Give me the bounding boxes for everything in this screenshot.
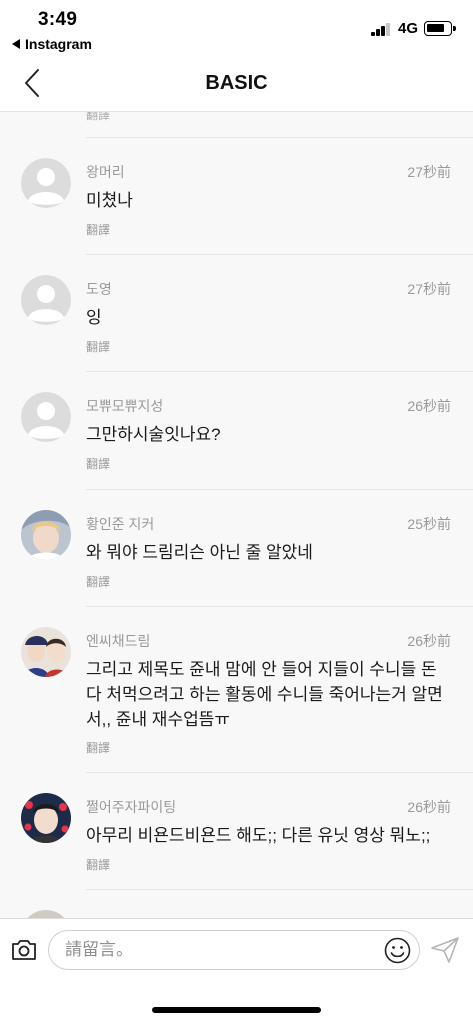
comment-item: 황인준 지커 25秒前 와 뭐야 드림리슨 아닌 줄 알았네 翻譯 <box>0 490 473 607</box>
back-triangle-icon <box>12 39 20 49</box>
cellular-signal-icon <box>371 23 391 36</box>
commenter-name[interactable]: 왕머리 <box>86 162 125 182</box>
status-bar: 3:49 Instagram 4G <box>0 0 473 56</box>
commenter-name[interactable]: 모쀼모쀼지성 <box>86 396 163 416</box>
comment-item: 모쀼모쀼지성 26秒前 그만하시술잇나요? 翻譯 <box>0 372 473 490</box>
commenter-name[interactable]: 도영 <box>86 279 112 299</box>
camera-button[interactable] <box>11 938 37 962</box>
photo-avatar[interactable] <box>21 627 71 677</box>
back-app-label: Instagram <box>25 36 92 52</box>
comment-time: 27秒前 <box>407 281 451 297</box>
emoji-icon <box>384 937 411 964</box>
comment-item: 쩔어주자파이팅 26秒前 아무리 비욘드비욘드 해도;; 다른 유닛 영상 뭐노… <box>0 773 473 890</box>
status-time: 3:49 <box>38 9 78 30</box>
comment-text: 잉 <box>86 308 102 327</box>
back-to-app-link[interactable]: Instagram <box>12 36 92 52</box>
translate-link[interactable]: 翻譯 <box>86 455 110 472</box>
translate-link[interactable]: 翻譯 <box>86 856 110 873</box>
network-type: 4G <box>398 20 419 37</box>
comment-time: 25秒前 <box>407 516 451 532</box>
default-avatar-icon[interactable] <box>21 158 71 208</box>
comment-input-bar <box>0 918 473 980</box>
comment-item-partial <box>0 890 473 918</box>
default-avatar-icon[interactable] <box>21 275 71 325</box>
send-icon <box>431 937 459 963</box>
default-avatar-icon[interactable] <box>21 392 71 442</box>
battery-icon <box>424 21 456 36</box>
comment-text: 그만하시술잇나요? <box>86 425 221 444</box>
comment-item: 엔씨채드림 26秒前 그리고 제목도 쥰내 맘에 안 들어 지들이 수니들 돈 … <box>0 607 473 773</box>
translate-link[interactable]: 翻譯 <box>86 112 110 123</box>
comment-text: 와 뭐야 드림리슨 아닌 줄 알았네 <box>86 543 313 562</box>
comment-item: 도영 27秒前 잉 翻譯 <box>0 255 473 372</box>
translate-link[interactable]: 翻譯 <box>86 573 110 590</box>
comment-item: 왕머리 27秒前 미쳤나 翻譯 <box>0 138 473 255</box>
translate-link[interactable]: 翻譯 <box>86 221 110 238</box>
commenter-name[interactable]: 엔씨채드림 <box>86 631 150 651</box>
comment-text: 미쳤나 <box>86 191 133 210</box>
comment-text: 아무리 비욘드비욘드 해도;; 다른 유닛 영상 뭐노;; <box>86 826 431 845</box>
header: BASIC <box>0 56 473 112</box>
photo-avatar[interactable] <box>21 793 71 843</box>
comment-list[interactable]: 翻譯 왕머리 27秒前 미쳤나 翻譯 도영 27秒前 잉 翻譯 모쀼모쀼지성 2… <box>0 112 473 918</box>
send-button[interactable] <box>430 936 460 964</box>
comment-time: 26秒前 <box>407 398 451 414</box>
commenter-name[interactable]: 황인준 지커 <box>86 514 154 534</box>
home-area <box>0 980 473 1024</box>
home-indicator[interactable] <box>152 1007 321 1013</box>
comment-time: 27秒前 <box>407 164 451 180</box>
photo-avatar[interactable] <box>21 910 71 918</box>
translate-link[interactable]: 翻譯 <box>86 338 110 355</box>
comment-input[interactable] <box>65 937 375 963</box>
comment-time: 26秒前 <box>407 633 451 649</box>
comment-text: 그리고 제목도 쥰내 맘에 안 들어 지들이 수니들 돈 다 처먹으려고 하는 … <box>86 660 443 729</box>
commenter-name[interactable]: 쩔어주자파이팅 <box>86 797 176 817</box>
photo-avatar[interactable] <box>21 510 71 560</box>
translate-link[interactable]: 翻譯 <box>86 739 110 756</box>
emoji-button[interactable] <box>384 937 411 964</box>
comment-box <box>48 930 420 970</box>
comment-time: 26秒前 <box>407 799 451 815</box>
page-title: BASIC <box>205 72 268 94</box>
camera-icon <box>12 940 36 960</box>
